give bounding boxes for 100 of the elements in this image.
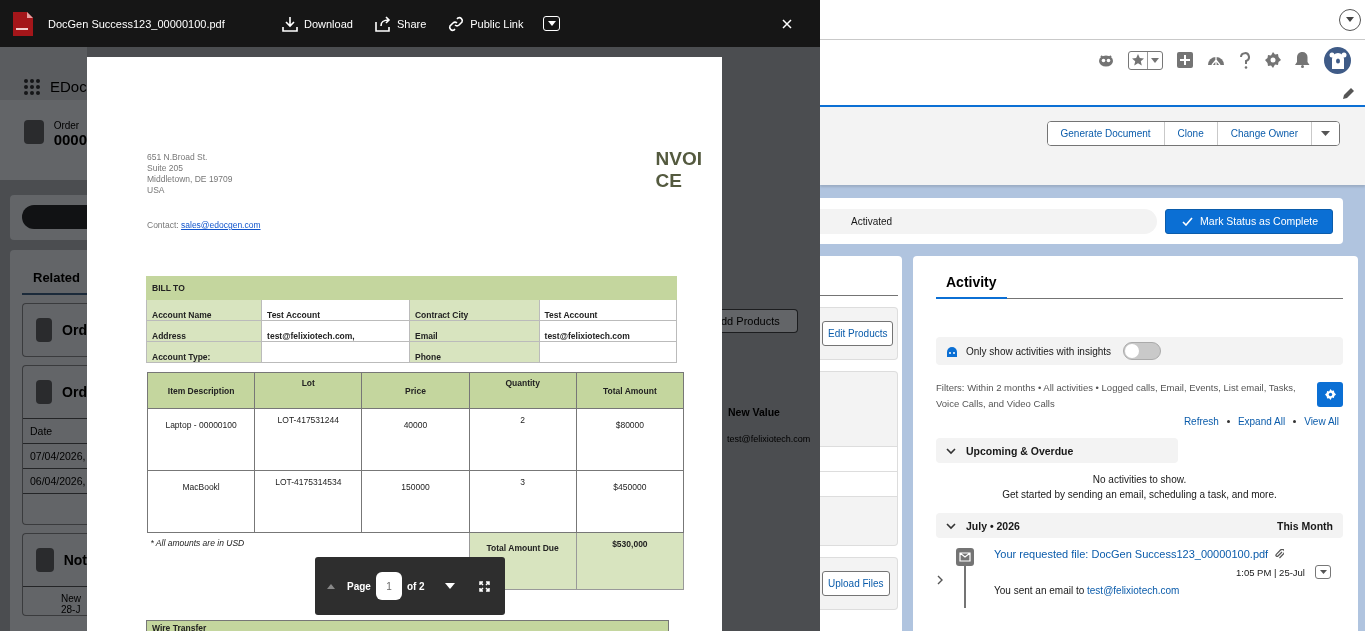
next-page-button[interactable] [444,583,455,589]
caret-down-icon [548,21,556,26]
link-button[interactable]: Public Link [448,15,524,32]
file-name: DocGen Success123_00000100.pdf [48,17,226,30]
record-number: 0000 [53,131,87,148]
link-icon [448,15,465,32]
page-number-field[interactable]: 1 [375,572,402,600]
download-icon [282,15,298,32]
table-heading: BILL TO [146,276,677,300]
activity-link[interactable]: Refresh [1183,416,1219,427]
insights-toggle[interactable] [1123,342,1162,360]
caret-down-icon [1151,57,1159,63]
caret-down-icon [1321,131,1330,136]
table-cell: 3 [469,470,577,533]
total-value: $530,000 [576,532,684,590]
field-label: Account Type: [146,341,262,363]
activity-menu-button[interactable] [1315,565,1331,579]
check-icon [1182,216,1194,226]
table-cell: MacBookl [147,470,255,533]
more-actions-button[interactable] [1311,122,1339,145]
invoice-title: CE [655,170,683,192]
filter-settings-button[interactable] [1317,382,1343,407]
activity-title-link[interactable]: Your requested file: DocGen Success123_00000100.pdf [994,548,1343,560]
section-title: Upcoming & Overdue [966,444,1074,457]
path-stage[interactable]: Activated [820,208,1158,234]
close-icon [782,18,792,29]
add-icon[interactable] [1177,52,1193,68]
card-title: Ord [62,322,87,338]
table-cell: $80000 [576,408,684,471]
column-header: Total Amount [576,372,684,409]
page-label: Page [347,580,371,592]
email-link[interactable]: test@felixiotech.com [1087,585,1180,596]
activity-link[interactable]: Expand All [1237,416,1286,427]
timeline-section-header[interactable]: July • 2026 This Month [936,513,1343,538]
edit-products-button[interactable]: Edit Products [822,321,894,346]
face-icon[interactable] [1098,53,1114,67]
chevron-down-icon [946,445,956,456]
record-type: Order [53,120,81,131]
activity-tab[interactable]: Activity [936,270,1007,299]
share-button[interactable]: Share [374,15,427,32]
pdf-file-icon [12,10,34,37]
section-title: July • 2026 [966,519,1020,532]
chevron-down-icon [946,520,956,531]
address-line: 651 N.Broad St. [147,152,209,163]
fullscreen-button[interactable] [478,580,490,592]
card-title: Ord [62,384,87,400]
path-stage [22,205,87,229]
address-line: USA [147,185,166,196]
help-icon[interactable] [1239,51,1251,69]
table-cell: 2 [469,408,577,471]
note-text: New [61,593,82,604]
column-header: New Value [727,406,781,418]
empty-message: Get started by sending an email, scheduling a task, and more. [1001,488,1278,502]
field-label: Account Name [146,299,262,321]
page-total: of 2 [406,580,425,592]
column-header: Lot [254,372,362,409]
activity-summary: You sent an email to test@felixiotech.com [994,585,1181,596]
notifications-icon[interactable] [1295,52,1310,68]
favorites-button[interactable] [1128,50,1163,70]
table-cell: LOT-4175314534 [254,470,362,533]
field-value: Test Account [539,299,677,321]
address-line: Suite 205 [147,163,184,174]
download-button[interactable]: Download [282,15,353,32]
field-value: test@felixiotech.com [539,320,677,342]
table-cell: Laptop - 00000100 [147,408,255,471]
app-launcher-icon[interactable] [24,79,40,95]
account-menu-button[interactable] [1339,8,1361,31]
close-button[interactable] [782,18,792,29]
table-cell: $450000 [576,470,684,533]
previous-page-button[interactable] [327,583,335,589]
column-header: Quantity [469,372,577,409]
caret-down-icon [1319,570,1327,574]
star-icon [1132,54,1144,66]
contact-line: Contact: sales@edocgen.com [147,220,262,230]
invoice-title: NVOI [655,148,702,170]
activity-link[interactable]: View All [1304,416,1339,427]
field-label: Address [146,320,262,342]
table-cell: LOT-417531244 [254,408,362,471]
edit-icon[interactable] [1343,86,1355,99]
caret-down-icon [444,583,455,589]
add-products-button[interactable]: dd Products [722,309,798,333]
settings-icon[interactable] [1265,52,1281,68]
column-header: Price [361,372,470,409]
avatar-icon[interactable] [1324,46,1351,74]
chevron-right-icon [936,575,944,585]
footnote: * All amounts are in USD [150,538,245,548]
attachment-icon [1274,549,1285,559]
field-value: Test Account [261,299,410,321]
upload-files-button[interactable]: Upload Files [822,571,890,596]
timeline-section-header[interactable]: Upcoming & Overdue [936,438,1178,463]
table-cell: 40000 [361,408,470,471]
insights-icon [946,345,958,357]
section-heading: Wire Transfer [146,620,669,631]
activity-time: 1:05 PM | 25-Jul [1236,566,1305,578]
section-note: This Month [1277,519,1333,532]
email-link[interactable]: sales@edocgen.com [181,220,261,230]
mark-complete-button[interactable]: Mark Status as Complete [1165,208,1333,234]
filters-text: Filters: Within 2 months • All activities • Logged calls, Email, Events, List email, Tasks, Voice Calls, and Video Calls [936,381,1297,411]
expand-icon [478,580,490,592]
address-line: Middletown, DE 19709 [147,174,233,185]
